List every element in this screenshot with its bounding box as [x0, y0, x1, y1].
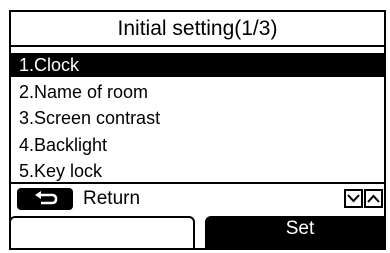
footer-divider	[11, 182, 384, 184]
menu-item-backlight[interactable]: 4.Backlight	[11, 133, 384, 157]
settings-menu: 1.Clock 2.Name of room 3.Screen contrast…	[11, 53, 384, 186]
title-divider	[11, 45, 384, 47]
menu-item-key-lock[interactable]: 5.Key lock	[11, 159, 384, 183]
return-label: Return	[83, 188, 141, 209]
set-button[interactable]: Set	[205, 216, 384, 248]
menu-item-clock[interactable]: 1.Clock	[11, 53, 384, 77]
chevron-up-icon[interactable]	[364, 189, 383, 208]
menu-item-screen-contrast[interactable]: 3.Screen contrast	[11, 106, 384, 130]
remote-controller-screen: Initial setting(1/3) 1.Clock 2.Name of r…	[9, 10, 386, 250]
menu-item-name-of-room[interactable]: 2.Name of room	[11, 80, 384, 104]
left-softkey-button[interactable]	[11, 216, 195, 248]
return-arrow-icon[interactable]	[17, 188, 73, 210]
page-title: Initial setting(1/3)	[117, 17, 278, 40]
scroll-keys	[343, 189, 383, 208]
chevron-down-icon[interactable]	[344, 189, 363, 208]
return-control[interactable]: Return	[17, 188, 140, 210]
